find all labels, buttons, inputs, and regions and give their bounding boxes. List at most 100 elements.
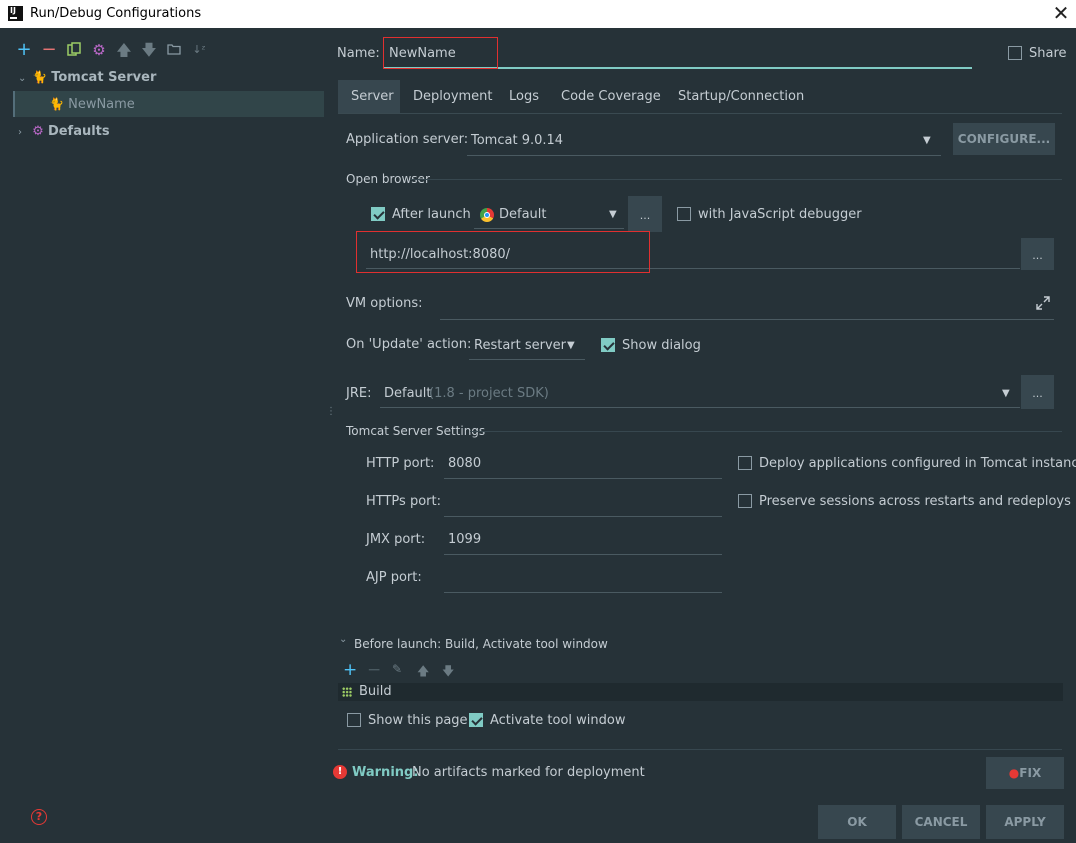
jmx-port-value: 1099 bbox=[448, 532, 482, 547]
update-action-label: On 'Update' action: bbox=[346, 337, 472, 352]
remove-icon[interactable]: − bbox=[41, 41, 57, 59]
jre-select[interactable]: Default (1.8 - project SDK) ▼ bbox=[380, 380, 1020, 408]
build-icon bbox=[342, 687, 352, 697]
application-server-value: Tomcat 9.0.14 bbox=[471, 133, 564, 148]
tab-code-coverage[interactable]: Code Coverage bbox=[548, 80, 674, 113]
http-port-input[interactable]: 8080 bbox=[444, 449, 722, 479]
tab-logs[interactable]: Logs bbox=[496, 80, 552, 113]
url-input[interactable]: http://localhost:8080/ bbox=[370, 247, 510, 262]
warning-icon: ! bbox=[333, 765, 347, 779]
tab-startup-connection[interactable]: Startup/Connection bbox=[665, 80, 817, 113]
close-window-button[interactable]: ✕ bbox=[1050, 2, 1072, 24]
cancel-button[interactable]: CANCEL bbox=[902, 805, 980, 839]
dropdown-arrow-icon: ▼ bbox=[609, 209, 617, 220]
application-server-select[interactable]: Tomcat 9.0.14 ▼ bbox=[467, 128, 941, 156]
browser-options-button[interactable]: ... bbox=[628, 196, 662, 232]
copy-icon[interactable] bbox=[66, 42, 82, 58]
preserve-sessions-label: Preserve sessions across restarts and re… bbox=[759, 494, 1071, 509]
warning-title: Warning: bbox=[352, 765, 419, 780]
chevron-right-icon[interactable]: › bbox=[18, 120, 28, 146]
splitter-handle[interactable]: ⋮ bbox=[326, 405, 336, 419]
ajp-port-label: AJP port: bbox=[366, 570, 422, 585]
ok-button[interactable]: OK bbox=[818, 805, 896, 839]
apply-button[interactable]: APPLY bbox=[986, 805, 1064, 839]
jre-options-button[interactable]: ... bbox=[1021, 375, 1054, 409]
update-action-value: Restart server bbox=[474, 338, 567, 353]
add-task-icon[interactable]: + bbox=[343, 660, 357, 680]
browser-value: Default bbox=[499, 207, 547, 222]
tab-server[interactable]: Server bbox=[338, 80, 400, 113]
expand-icon[interactable] bbox=[1036, 296, 1050, 310]
chevron-down-icon[interactable]: ⌄ bbox=[339, 634, 351, 645]
http-port-value: 8080 bbox=[448, 456, 482, 471]
move-down-icon[interactable]: 🡇 bbox=[141, 42, 157, 58]
jre-value: Default bbox=[384, 386, 432, 401]
activate-tool-window-label: Activate tool window bbox=[490, 713, 626, 728]
tomcat-settings-label: Tomcat Server Settings bbox=[346, 424, 486, 438]
add-icon[interactable]: + bbox=[16, 41, 32, 59]
build-task-label: Build bbox=[359, 684, 392, 699]
chevron-down-icon[interactable]: ⌄ bbox=[18, 66, 28, 92]
preserve-sessions-checkbox[interactable] bbox=[738, 494, 752, 508]
tree-item-defaults[interactable]: › ⚙ Defaults bbox=[0, 119, 324, 145]
help-icon[interactable]: ? bbox=[31, 809, 47, 825]
https-port-label: HTTPs port: bbox=[366, 494, 441, 509]
remove-task-icon[interactable]: − bbox=[367, 660, 381, 680]
vm-options-input[interactable] bbox=[440, 319, 1054, 320]
show-this-page-checkbox[interactable] bbox=[347, 713, 361, 727]
jre-label: JRE: bbox=[346, 386, 372, 401]
dropdown-arrow-icon: ▼ bbox=[1002, 388, 1010, 399]
chrome-icon bbox=[480, 208, 494, 222]
tomcat-icon: 🐈 bbox=[49, 97, 64, 111]
title-bar: IJ Run/Debug Configurations ✕ bbox=[0, 0, 1076, 28]
ajp-port-input[interactable] bbox=[444, 563, 722, 593]
settings-icon[interactable]: ⚙ bbox=[91, 42, 107, 58]
config-tabs: Server Deployment Logs Code Coverage Sta… bbox=[338, 80, 1062, 114]
javascript-debugger-checkbox[interactable] bbox=[677, 207, 691, 221]
move-up-icon[interactable]: 🡅 bbox=[116, 42, 132, 58]
jmx-port-input[interactable]: 1099 bbox=[444, 525, 722, 555]
dropdown-arrow-icon: ▼ bbox=[923, 135, 931, 146]
javascript-debugger-label: with JavaScript debugger bbox=[698, 207, 862, 222]
window-title: Run/Debug Configurations bbox=[30, 6, 202, 21]
show-dialog-label: Show dialog bbox=[622, 338, 701, 353]
tree-item-label: Defaults bbox=[47, 124, 110, 139]
deploy-apps-checkbox[interactable] bbox=[738, 456, 752, 470]
edit-task-icon[interactable]: ✎ bbox=[392, 662, 402, 676]
https-port-input[interactable] bbox=[444, 487, 722, 517]
deploy-apps-label: Deploy applications configured in Tomcat… bbox=[759, 456, 1076, 471]
browser-select[interactable]: Default ▼ bbox=[474, 201, 624, 229]
application-server-label: Application server: bbox=[346, 132, 469, 147]
activate-tool-window-checkbox[interactable] bbox=[469, 713, 483, 727]
move-up-icon[interactable]: 🡅 bbox=[417, 662, 429, 683]
tree-item-newname[interactable]: 🐈 NewName bbox=[13, 91, 324, 117]
name-input[interactable]: NewName bbox=[389, 46, 456, 61]
folder-icon[interactable] bbox=[166, 42, 182, 58]
after-launch-checkbox[interactable] bbox=[371, 207, 385, 221]
bulb-icon: ● bbox=[1008, 766, 1020, 780]
move-down-icon[interactable]: 🡇 bbox=[442, 662, 454, 683]
after-launch-label: After launch bbox=[392, 207, 471, 222]
tomcat-icon: 🐈 bbox=[32, 70, 48, 84]
before-launch-header[interactable]: Before launch: Build, Activate tool wind… bbox=[354, 637, 608, 651]
intellij-app-icon: IJ bbox=[8, 6, 23, 21]
warning-message: No artifacts marked for deployment bbox=[412, 765, 645, 780]
tab-deployment[interactable]: Deployment bbox=[400, 80, 506, 113]
section-divider bbox=[338, 749, 1062, 750]
vm-options-label: VM options: bbox=[346, 296, 423, 311]
jre-hint: (1.8 - project SDK) bbox=[429, 386, 549, 401]
url-options-button[interactable]: ... bbox=[1021, 238, 1054, 270]
update-action-select[interactable]: Restart server ▼ bbox=[469, 332, 585, 360]
show-dialog-checkbox[interactable] bbox=[601, 338, 615, 352]
name-label: Name: bbox=[337, 46, 380, 61]
share-checkbox[interactable] bbox=[1008, 46, 1022, 60]
dropdown-arrow-icon: ▼ bbox=[567, 340, 575, 351]
sort-icon[interactable]: ↓ᶻ bbox=[191, 42, 207, 58]
tree-item-label: Tomcat Server bbox=[51, 70, 157, 85]
tree-item-tomcat-server[interactable]: ⌄ 🐈 Tomcat Server bbox=[0, 64, 324, 90]
section-divider bbox=[470, 431, 1062, 432]
fix-button[interactable]: ●FIX bbox=[986, 757, 1064, 789]
jmx-port-label: JMX port: bbox=[366, 532, 426, 547]
configure-button[interactable]: CONFIGURE... bbox=[953, 123, 1055, 155]
before-launch-list-item[interactable]: Build bbox=[338, 683, 1063, 701]
